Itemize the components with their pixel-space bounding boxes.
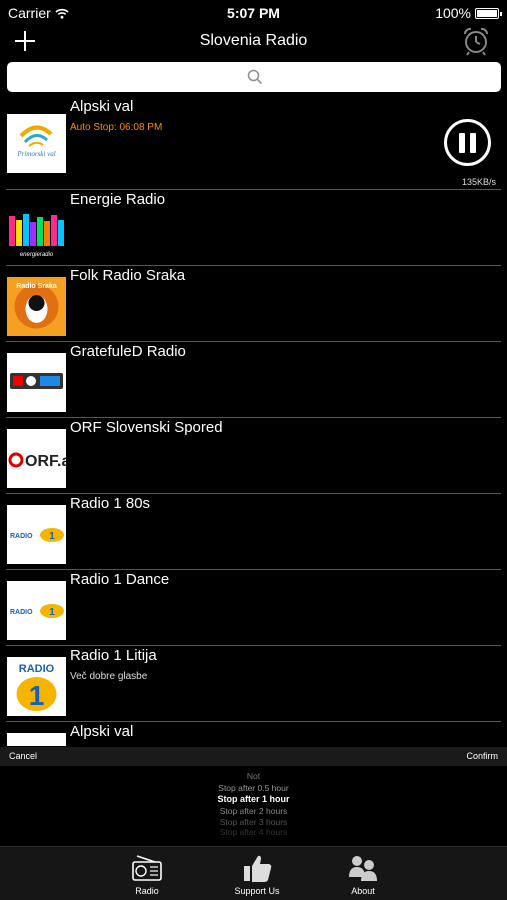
picker-option[interactable]: Stop after 0.5 hour (0, 783, 507, 793)
station-name: Folk Radio Sraka (70, 267, 186, 284)
radio-icon (132, 855, 162, 881)
tab-support-us[interactable]: Support Us (217, 847, 297, 900)
station-row[interactable]: Radio Sraka Folk Radio Sraka (6, 267, 501, 342)
svg-text:ORF.at: ORF.at (25, 453, 66, 470)
station-row[interactable]: Primorski val Alpski val Auto Stop: 06:0… (6, 98, 501, 190)
station-logo: ORF.at (7, 429, 66, 488)
station-row[interactable]: Alpski val (6, 723, 501, 746)
tab-about[interactable]: About (323, 847, 403, 900)
status-bar: Carrier 5:07 PM 100% (0, 0, 507, 26)
station-name: Alpski val (70, 723, 134, 740)
picker-option[interactable]: Stop after 3 hours (0, 817, 507, 827)
svg-text:Radio Sraka: Radio Sraka (16, 283, 57, 290)
picker-option[interactable]: Not (0, 771, 507, 781)
picker-option-selected[interactable]: Stop after 1 hour (0, 794, 507, 804)
sleep-timer-picker[interactable]: Not Stop after 0.5 hour Stop after 1 hou… (0, 766, 507, 846)
svg-text:RADIO: RADIO (19, 663, 55, 675)
auto-stop-label: Auto Stop: 06:08 PM (70, 122, 163, 133)
picker-toolbar: Cancel Confirm (0, 747, 507, 766)
station-list[interactable]: Primorski val Alpski val Auto Stop: 06:0… (0, 98, 507, 746)
page-title: Slovenia Radio (199, 32, 308, 49)
station-row[interactable]: GratefuleD Radio (6, 343, 501, 418)
station-row[interactable]: energieradio Energie Radio (6, 191, 501, 266)
station-name: Radio 1 Litija (70, 647, 157, 664)
station-row[interactable]: RADIO 1 Radio 1 Litija Več dobre glasbe (6, 647, 501, 722)
station-logo: Radio Sraka (7, 277, 66, 336)
station-name: Radio 1 Dance (70, 571, 170, 588)
svg-text:Primorski val: Primorski val (16, 150, 55, 158)
station-logo: RADIO 1 (7, 505, 66, 564)
station-subtitle: Več dobre glasbe (70, 671, 148, 682)
alarm-clock-icon[interactable] (461, 26, 491, 56)
tab-label: About (351, 886, 375, 896)
station-logo: RADIO 1 (7, 581, 66, 640)
station-name: GratefuleD Radio (70, 343, 186, 360)
station-logo: energieradio (7, 202, 66, 261)
status-time: 5:07 PM (227, 5, 280, 21)
station-name: Energie Radio (70, 191, 166, 208)
cancel-button[interactable]: Cancel (9, 751, 37, 761)
svg-text:RADIO: RADIO (10, 609, 33, 616)
confirm-button[interactable]: Confirm (466, 751, 498, 761)
tab-radio[interactable]: Radio (107, 847, 187, 900)
svg-text:RADIO: RADIO (10, 533, 33, 540)
tab-bar: Radio Support Us About (0, 846, 507, 900)
search-input[interactable] (7, 62, 501, 92)
station-logo (7, 353, 66, 412)
station-logo: Primorski val (7, 114, 66, 173)
tab-label: Support Us (234, 886, 280, 896)
pause-button[interactable] (444, 119, 491, 166)
station-name: ORF Slovenski Spored (70, 419, 223, 436)
station-name: Alpski val (70, 98, 134, 115)
search-icon (247, 69, 263, 85)
nav-bar: Slovenia Radio (0, 26, 507, 60)
station-logo (7, 733, 66, 746)
station-row[interactable]: ORF.at ORF Slovenski Spored (6, 419, 501, 494)
svg-text:energieradio: energieradio (20, 252, 54, 258)
station-row[interactable]: RADIO 1 Radio 1 Dance (6, 571, 501, 646)
battery-icon (475, 7, 502, 19)
thumbs-up-icon (244, 855, 272, 882)
svg-text:1: 1 (49, 531, 55, 542)
station-name: Radio 1 80s (70, 495, 151, 512)
tab-label: Radio (135, 886, 159, 896)
svg-text:1: 1 (49, 607, 55, 618)
station-row[interactable]: RADIO 1 Radio 1 80s (6, 495, 501, 570)
battery-percent: 100% (435, 5, 471, 21)
about-icon (349, 856, 377, 881)
pause-icon (459, 133, 465, 153)
picker-option[interactable]: Stop after 2 hours (0, 806, 507, 816)
svg-text:1: 1 (29, 680, 45, 711)
picker-option[interactable]: Stop after 4 hours (0, 827, 507, 837)
bitrate-label: 135KB/s (461, 177, 496, 187)
station-logo: RADIO 1 (7, 657, 66, 716)
